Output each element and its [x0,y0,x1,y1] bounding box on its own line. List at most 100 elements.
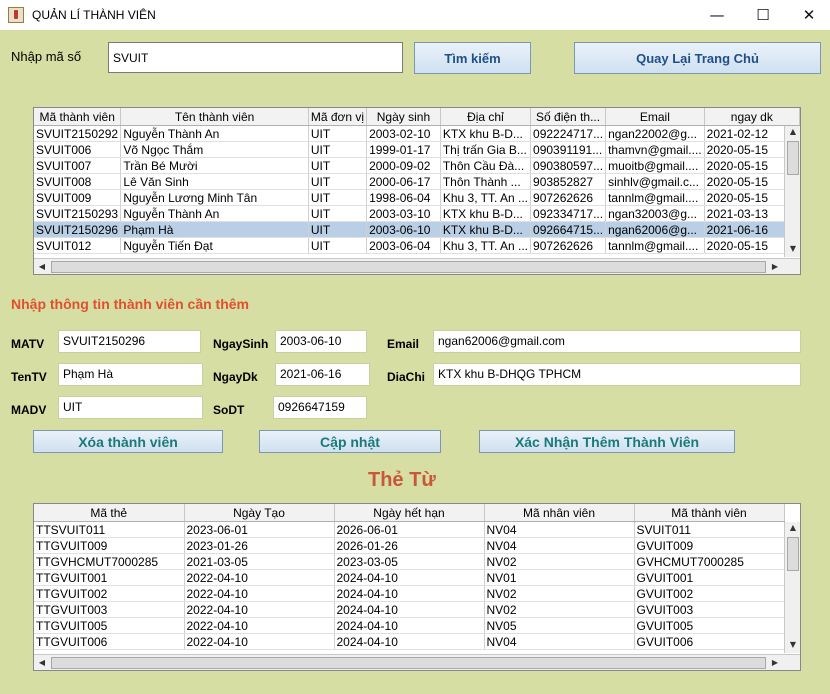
email-field[interactable]: ngan62006@gmail.com [433,330,801,353]
delete-member-button[interactable]: Xóa thành viên [33,430,223,453]
table-cell[interactable]: UIT [308,125,368,142]
table-cell[interactable]: NV05 [484,617,635,634]
members-horizontal-scrollbar[interactable]: ◀ ▶ [34,258,800,274]
table-row[interactable]: SVUIT007 Trần Bé Mười UIT 2000-09-02 Thôn Cầ… [34,157,800,174]
table-cell[interactable]: 907262626 [530,237,607,254]
table-cell[interactable]: GVUIT003 [634,601,785,618]
table-cell[interactable]: Nguyễn Thành An [120,205,309,222]
table-cell[interactable]: 1998-06-04 [366,189,441,206]
table-cell[interactable]: SVUIT008 [34,173,122,190]
table-cell[interactable]: UIT [308,205,368,222]
cards-column-header[interactable]: Ngày Tạo [184,504,335,522]
table-cell[interactable]: Thị trấn Gia B... [440,141,532,158]
cards-column-header[interactable]: Mã thành viên [634,504,785,522]
scroll-thumb[interactable] [787,141,799,175]
scroll-right-icon[interactable]: ▶ [768,262,782,271]
diachi-field[interactable]: KTX khu B-DHQG TPHCM [433,363,801,386]
table-cell[interactable]: KTX khu B-D... [440,221,532,238]
search-input[interactable]: SVUIT [108,42,403,73]
table-cell[interactable]: SVUIT011 [634,521,785,538]
madv-field[interactable]: UIT [58,396,203,419]
table-row[interactable]: TTGVUIT002 2022-04-10 2024-04-10 NV02 GVUIT0… [34,585,785,602]
table-row[interactable]: TTGVUIT006 2022-04-10 2024-04-10 NV04 GVUIT0… [34,633,785,650]
ngaysinh-field[interactable]: 2003-06-10 [275,330,367,353]
table-cell[interactable]: 092334717... [530,205,607,222]
table-cell[interactable]: TTSVUIT011 [34,521,185,538]
home-button[interactable]: Quay Lại Trang Chủ [574,42,821,74]
table-cell[interactable]: 2022-04-10 [184,633,335,650]
table-cell[interactable]: 1999-01-17 [366,141,441,158]
table-cell[interactable]: Nguyễn Lương Minh Tân [120,189,309,206]
table-cell[interactable]: TTGVUIT002 [34,585,185,602]
table-cell[interactable]: sinhlv@gmail.c... [605,173,705,190]
table-cell[interactable]: TTGVUIT009 [34,537,185,554]
table-cell[interactable]: 2024-04-10 [334,633,485,650]
members_table-column-header[interactable]: Tên thành viên [120,108,309,126]
table-cell[interactable]: GVUIT002 [634,585,785,602]
scroll-left-icon[interactable]: ◀ [35,262,49,271]
cards-table[interactable]: Mã thẻ Ngày Tạo Ngày hết hạn Mã nhân viên Mã… [33,503,801,671]
cards-vertical-scrollbar[interactable]: ▲ ▼ [784,522,800,653]
table-cell[interactable]: GVUIT009 [634,537,785,554]
table-cell[interactable]: Võ Ngọc Thắm [120,141,309,158]
cards-horizontal-scrollbar[interactable]: ◀ ▶ [34,654,800,670]
table-cell[interactable]: NV04 [484,521,635,538]
close-button[interactable]: ✕ [786,0,830,30]
members_table-column-header[interactable]: ngay dk [704,108,800,126]
members_table-column-header[interactable]: Email [605,108,705,126]
table-cell[interactable]: SVUIT009 [34,189,122,206]
table-cell[interactable]: Trần Bé Mười [120,157,309,174]
table-cell[interactable]: NV02 [484,601,635,618]
table-cell[interactable]: TTGVUIT005 [34,617,185,634]
table-cell[interactable]: NV04 [484,633,635,650]
table-cell[interactable]: GVUIT001 [634,569,785,586]
table-row[interactable]: TTGVHCMUT7000285 2021-03-05 2023-03-05 NV02… [34,553,785,570]
table-cell[interactable]: TTGVUIT001 [34,569,185,586]
table-cell[interactable]: tannlm@gmail.... [605,237,705,254]
table-cell[interactable]: 090380597... [530,157,607,174]
table-cell[interactable]: Thôn Thành ... [440,173,532,190]
matv-field[interactable]: SVUIT2150296 [58,330,201,353]
table-row[interactable]: SVUIT006 Võ Ngọc Thắm UIT 1999-01-17 Thị trấ… [34,141,800,158]
scroll-thumb-horizontal[interactable] [51,657,766,669]
members_table-column-header[interactable]: Địa chỉ [440,108,532,126]
scroll-up-icon[interactable]: ▲ [786,523,800,532]
table-cell[interactable]: UIT [308,157,368,174]
table-cell[interactable]: 2026-06-01 [334,521,485,538]
table-cell[interactable]: GVUIT006 [634,633,785,650]
table-cell[interactable]: UIT [308,173,368,190]
table-cell[interactable]: 092224717... [530,125,607,142]
scroll-down-icon[interactable]: ▼ [786,640,800,649]
table-row[interactable]: SVUIT008 Lê Văn Sinh UIT 2000-06-17 Thôn Thà… [34,173,800,190]
table-cell[interactable]: GVHCMUT7000285 [634,553,785,570]
table-row[interactable]: SVUIT2150293 Nguyễn Thành An UIT 2003-03-10… [34,205,800,222]
add-member-button[interactable]: Xác Nhận Thêm Thành Viên [479,430,735,453]
table-cell[interactable]: 2024-04-10 [334,601,485,618]
table-cell[interactable]: TTGVHCMUT7000285 [34,553,185,570]
table-cell[interactable]: tannlm@gmail.... [605,189,705,206]
members_table-column-header[interactable]: Số điện th... [530,108,607,126]
table-cell[interactable]: SVUIT006 [34,141,122,158]
cards-column-header[interactable]: Ngày hết hạn [334,504,485,522]
cards-grid[interactable]: Mã thẻ Ngày Tạo Ngày hết hạn Mã nhân viên Mã… [34,504,785,650]
scroll-thumb-horizontal[interactable] [51,261,766,273]
table-cell[interactable]: 2024-04-10 [334,585,485,602]
table-row[interactable]: SVUIT012 Nguyễn Tiến Đạt UIT 2003-06-04 Khu … [34,237,800,254]
tentv-field[interactable]: Phạm Hà [58,363,203,386]
members_table-column-header[interactable]: Mã thành viên [34,108,122,126]
table-row[interactable]: SVUIT2150292 Nguyễn Thành An UIT 2003-02-10… [34,125,800,142]
table-cell[interactable]: SVUIT2150293 [34,205,122,222]
table-cell[interactable]: Khu 3, TT. An ... [440,189,532,206]
table-row[interactable]: SVUIT009 Nguyễn Lương Minh Tân UIT 1998-06-… [34,189,800,206]
table-cell[interactable]: ngan62006@g... [605,221,705,238]
table-cell[interactable]: SVUIT2150296 [34,221,122,238]
table-row[interactable]: SVUIT2150296 Phạm Hà UIT 2003-06-10 KTX khu … [34,221,800,238]
table-cell[interactable]: SVUIT007 [34,157,122,174]
scroll-up-icon[interactable]: ▲ [786,127,800,136]
table-cell[interactable]: SVUIT2150292 [34,125,122,142]
table-row[interactable]: TTGVUIT003 2022-04-10 2024-04-10 NV02 GVUIT0… [34,601,785,618]
table-cell[interactable]: UIT [308,237,368,254]
minimize-button[interactable]: — [694,0,740,30]
table-cell[interactable]: 2000-06-17 [366,173,441,190]
table-row[interactable]: TTGVUIT009 2023-01-26 2026-01-26 NV04 GVUIT0… [34,537,785,554]
